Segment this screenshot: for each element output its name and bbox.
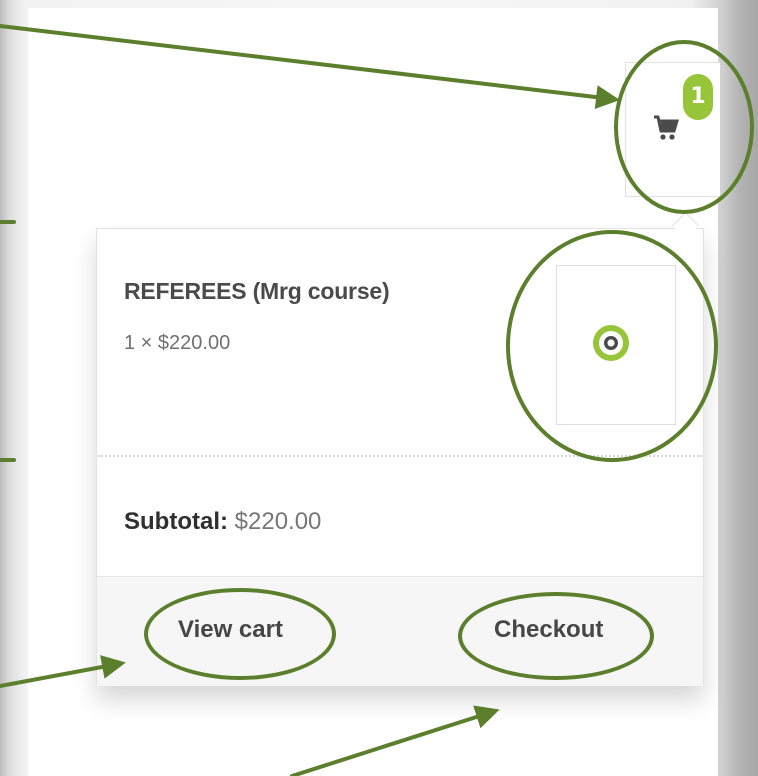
- subtotal-label: Subtotal:: [124, 508, 228, 535]
- item-divider: [98, 455, 702, 457]
- subtotal-value: $220.00: [227, 508, 322, 535]
- cart-icon[interactable]: [653, 114, 679, 142]
- cart-item-quantity-price: 1 × $220.00: [124, 332, 231, 354]
- subtotal: Subtotal: $220.00: [124, 508, 321, 536]
- checkout-button[interactable]: Checkout: [494, 616, 603, 644]
- cart-item-name[interactable]: REFEREES (Mrg course): [124, 278, 390, 305]
- cart-count-badge: 1: [683, 74, 713, 120]
- logo-ring-icon: [593, 325, 629, 361]
- view-cart-button[interactable]: View cart: [178, 616, 283, 644]
